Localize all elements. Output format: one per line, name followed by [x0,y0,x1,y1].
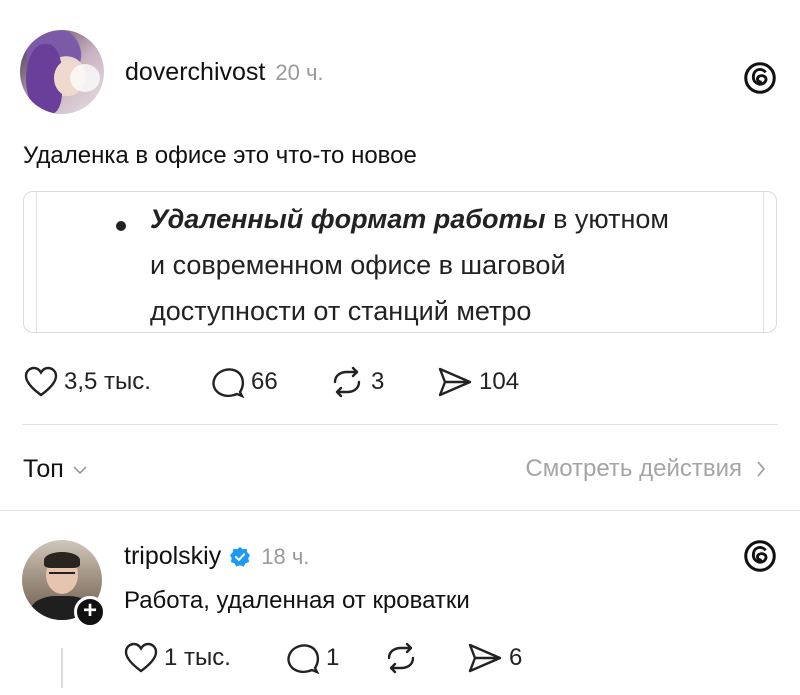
reply-comment-button[interactable]: 1 [286,642,339,674]
reply-time: 18 ч. [261,543,310,569]
quote-bold: Удаленный формат работы [150,204,546,234]
sort-label: Топ [23,455,64,483]
like-button[interactable]: 3,5 тыс. [24,366,151,398]
repost-count: 3 [371,368,385,395]
reply-text: Работа, удаленная от кроватки [124,587,470,614]
like-count: 3,5 тыс. [64,368,151,395]
view-activity-link[interactable]: Смотреть действия [525,455,766,483]
reply-share-count: 6 [509,644,523,671]
chevron-down-icon [73,465,87,474]
comment-count: 66 [251,368,278,395]
repost-button[interactable]: 3 [329,366,384,398]
send-icon [468,643,502,673]
follow-plus-icon[interactable]: + [74,596,106,628]
sort-dropdown[interactable]: Топ [23,455,88,484]
reply-like-count: 1 тыс. [164,644,231,671]
threads-icon[interactable] [741,537,779,580]
post-header: doverchivost 20 ч. [125,58,324,87]
comment-icon [212,368,245,398]
heart-icon [24,366,58,397]
reply-like-button[interactable]: 1 тыс. [124,642,231,674]
repost-icon [387,642,415,674]
reply-comment-count: 1 [326,644,340,671]
quote-line-1-rest: в уютном [545,204,669,234]
reply-username[interactable]: tripolskiy [124,542,221,571]
verified-badge-icon [230,546,251,567]
share-button[interactable]: 104 [437,366,519,398]
send-icon [438,367,472,397]
post-text: Удаленка в офисе это что-то новое [23,142,417,169]
threads-icon[interactable] [741,59,779,102]
quote-line-3: доступности от станций метро [150,296,532,326]
reply-repost-button[interactable] [383,642,425,674]
divider [22,424,778,425]
chevron-right-icon [757,461,766,477]
thread-line [61,648,63,688]
bullet-icon [116,221,126,231]
author-avatar[interactable] [20,30,104,114]
author-username[interactable]: doverchivost [125,58,265,87]
reply-share-button[interactable]: 6 [467,642,522,674]
post-time: 20 ч. [275,60,324,85]
divider [0,510,800,511]
comment-button[interactable]: 66 [211,366,278,398]
comment-icon [287,644,320,674]
share-count: 104 [479,368,520,395]
view-activity-label: Смотреть действия [525,455,742,482]
quote-line-1: Удаленный формат работы в уютном [150,204,669,235]
quoted-image[interactable]: Удаленный формат работы в уютном и совре… [23,191,777,333]
reply-header: tripolskiy 18 ч. [124,542,309,571]
heart-icon [124,642,158,673]
repost-icon [333,366,361,398]
quote-line-2: и современном офисе в шаговой [150,250,566,280]
